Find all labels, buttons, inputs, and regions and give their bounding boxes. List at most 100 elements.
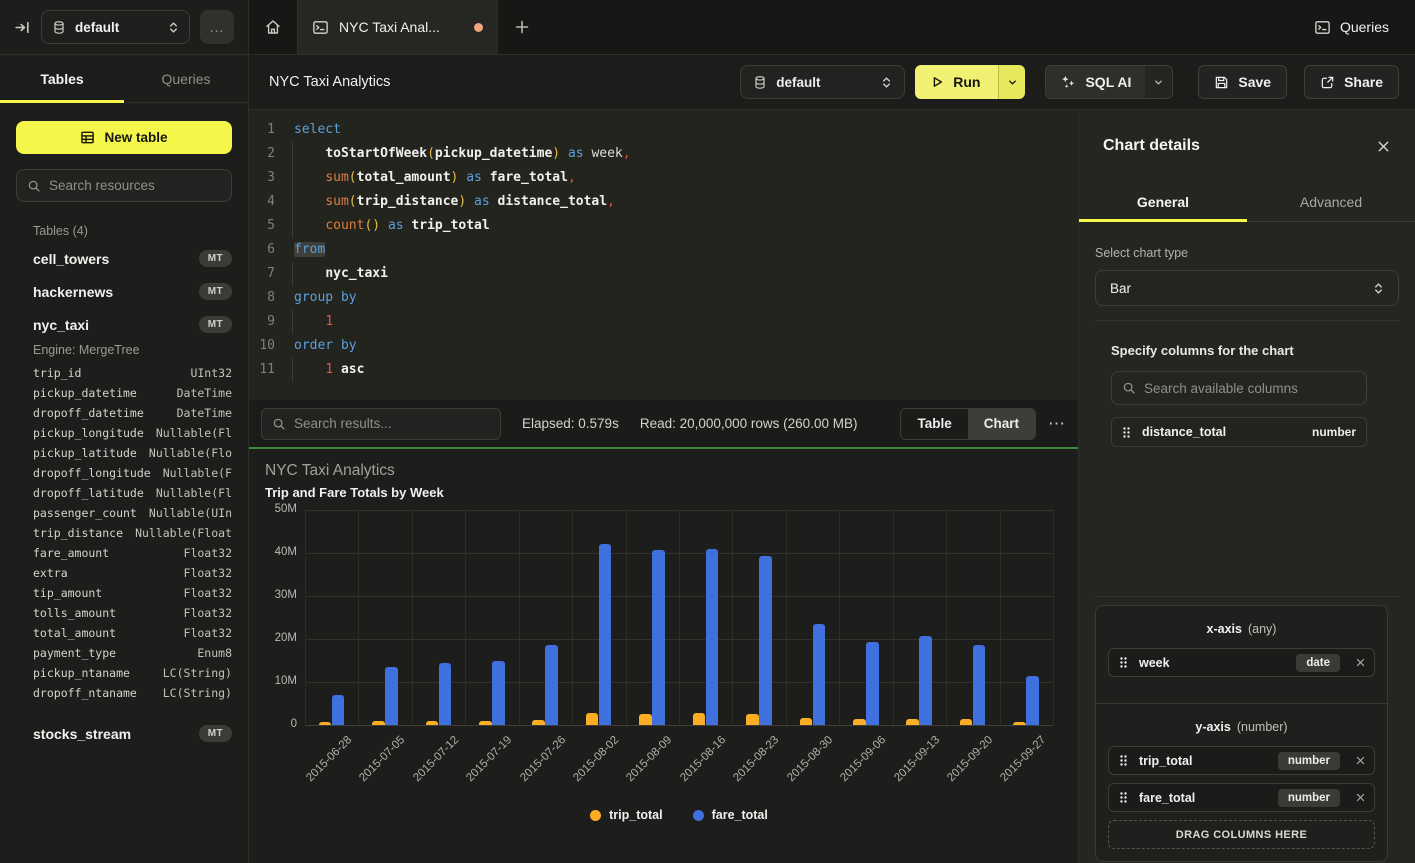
table-name: cell_towers xyxy=(33,251,109,267)
bar-fare_total xyxy=(919,636,932,725)
table-row[interactable]: stocks_streamMT xyxy=(0,717,248,750)
column-chip-fare_total[interactable]: fare_totalnumber xyxy=(1108,783,1375,812)
x-axis-tick: 2015-08-23 xyxy=(732,734,782,784)
sql-editor[interactable]: 1select2 toStartOfWeek(pickup_datetime) … xyxy=(249,110,1078,400)
column-chip-week[interactable]: weekdate xyxy=(1108,648,1375,677)
tab-advanced[interactable]: Advanced xyxy=(1247,182,1415,221)
queries-menu-button[interactable]: Queries xyxy=(1314,0,1389,54)
code-token: ( xyxy=(349,170,357,185)
home-button[interactable] xyxy=(249,0,298,54)
resource-search[interactable] xyxy=(16,169,232,202)
toolbar-database-selector[interactable]: default xyxy=(740,65,905,99)
chart-subtitle: Trip and Fare Totals by Week xyxy=(265,485,444,500)
search-icon xyxy=(27,179,41,193)
chart-legend: trip_total fare_total xyxy=(305,808,1053,822)
table-row[interactable]: hackernewsMT xyxy=(0,275,248,308)
code-content: from xyxy=(290,238,325,262)
tab-queries[interactable]: Queries xyxy=(124,55,248,102)
query-tab[interactable]: NYC Taxi Anal... xyxy=(298,0,498,54)
column-chip-distance_total[interactable]: distance_totalnumber xyxy=(1111,417,1367,447)
share-button[interactable]: Share xyxy=(1304,65,1399,99)
x-axis-label: x-axis xyxy=(1207,622,1242,636)
gridline xyxy=(786,510,787,725)
save-button[interactable]: Save xyxy=(1198,65,1287,99)
column-type: Float32 xyxy=(184,626,232,640)
code-token: 1 xyxy=(325,362,333,377)
database-selector[interactable]: default xyxy=(41,10,190,44)
legend-item-trip_total[interactable]: trip_total xyxy=(590,808,662,822)
run-button[interactable]: Run xyxy=(915,65,998,99)
remove-column-icon[interactable] xyxy=(1355,657,1366,668)
code-content: count() as trip_total xyxy=(290,214,490,238)
new-table-button[interactable]: New table xyxy=(16,121,232,154)
column-type: Nullable(F xyxy=(163,466,232,480)
drag-handle-icon[interactable] xyxy=(1122,426,1131,439)
tables-list: cell_towersMThackernewsMTnyc_taxiMTEngin… xyxy=(0,242,248,750)
code-token: as xyxy=(388,218,404,233)
sidebar-more-button[interactable]: … xyxy=(200,10,234,44)
database-selector-value: default xyxy=(75,20,119,35)
code-token xyxy=(294,314,325,329)
tab-general[interactable]: General xyxy=(1079,182,1247,221)
query-tab-title: NYC Taxi Anal... xyxy=(339,19,440,35)
collapse-sidebar-icon[interactable] xyxy=(14,19,31,36)
x-axis-tick: 2015-07-12 xyxy=(411,734,461,784)
sql-ai-button[interactable]: SQL AI xyxy=(1046,66,1145,98)
gridline xyxy=(893,510,894,725)
view-toggle-table[interactable]: Table xyxy=(901,409,967,439)
bar-trip_total xyxy=(532,720,545,725)
query-toolbar: NYC Taxi Analytics default Run SQL AI xyxy=(249,55,1415,110)
chart-title: NYC Taxi Analytics xyxy=(265,462,395,480)
column-row: trip_idUInt32 xyxy=(0,363,248,383)
column-row: pickup_ntanameLC(String) xyxy=(0,663,248,683)
code-token: ) xyxy=(552,146,560,161)
drop-zone[interactable]: DRAG COLUMNS HERE xyxy=(1108,820,1375,849)
chart-type-select[interactable]: Bar xyxy=(1095,270,1399,306)
editor-tab-bar: NYC Taxi Anal... Queries xyxy=(249,0,1415,55)
indent-guide xyxy=(292,190,293,214)
table-row[interactable]: nyc_taxiMT xyxy=(0,308,248,341)
sidebar-top-bar: default … xyxy=(0,0,248,55)
bar-fare_total xyxy=(652,550,665,725)
remove-column-icon[interactable] xyxy=(1355,755,1366,766)
terminal-icon xyxy=(1314,19,1331,36)
column-search-input[interactable] xyxy=(1144,381,1356,396)
x-axis-hint: (any) xyxy=(1248,622,1276,636)
line-number: 7 xyxy=(257,262,275,286)
tab-tables[interactable]: Tables xyxy=(0,55,124,102)
y-axis-section: y-axis(number) trip_totalnumberfare_tota… xyxy=(1096,703,1387,861)
legend-label: trip_total xyxy=(609,808,662,822)
active-tab-underline xyxy=(1079,219,1247,222)
y-axis-tick: 50M xyxy=(249,503,297,515)
column-chip-trip_total[interactable]: trip_totalnumber xyxy=(1108,746,1375,775)
remove-column-icon[interactable] xyxy=(1355,792,1366,803)
column-search[interactable] xyxy=(1111,371,1367,405)
close-icon[interactable] xyxy=(1376,139,1391,154)
bar-fare_total xyxy=(973,645,986,725)
column-type: Enum8 xyxy=(197,646,232,660)
drag-handle-icon[interactable] xyxy=(1119,791,1128,804)
play-icon xyxy=(930,75,944,89)
table-row[interactable]: cell_towersMT xyxy=(0,242,248,275)
resource-search-input[interactable] xyxy=(49,178,221,193)
editor-line: 4 sum(trip_distance) as distance_total, xyxy=(257,190,1078,214)
legend-dot xyxy=(693,810,704,821)
drag-handle-icon[interactable] xyxy=(1119,754,1128,767)
code-token: 1 xyxy=(325,314,333,329)
gridline xyxy=(1000,510,1001,725)
code-token: total_amount xyxy=(357,170,451,185)
sql-ai-options-button[interactable] xyxy=(1145,66,1172,98)
new-tab-button[interactable] xyxy=(498,0,546,54)
indent-guide xyxy=(292,166,293,190)
bar-fare_total xyxy=(385,667,398,726)
results-search-input[interactable] xyxy=(294,416,490,431)
run-options-button[interactable] xyxy=(998,65,1025,99)
legend-item-fare_total[interactable]: fare_total xyxy=(693,808,768,822)
view-toggle-chart[interactable]: Chart xyxy=(968,409,1035,439)
drag-handle-icon[interactable] xyxy=(1119,656,1128,669)
results-more-button[interactable]: ⋯ xyxy=(1048,414,1066,434)
line-number: 1 xyxy=(257,118,275,142)
results-search[interactable] xyxy=(261,408,501,440)
query-title: NYC Taxi Analytics xyxy=(269,74,390,90)
chip-column-name: distance_total xyxy=(1142,425,1226,439)
